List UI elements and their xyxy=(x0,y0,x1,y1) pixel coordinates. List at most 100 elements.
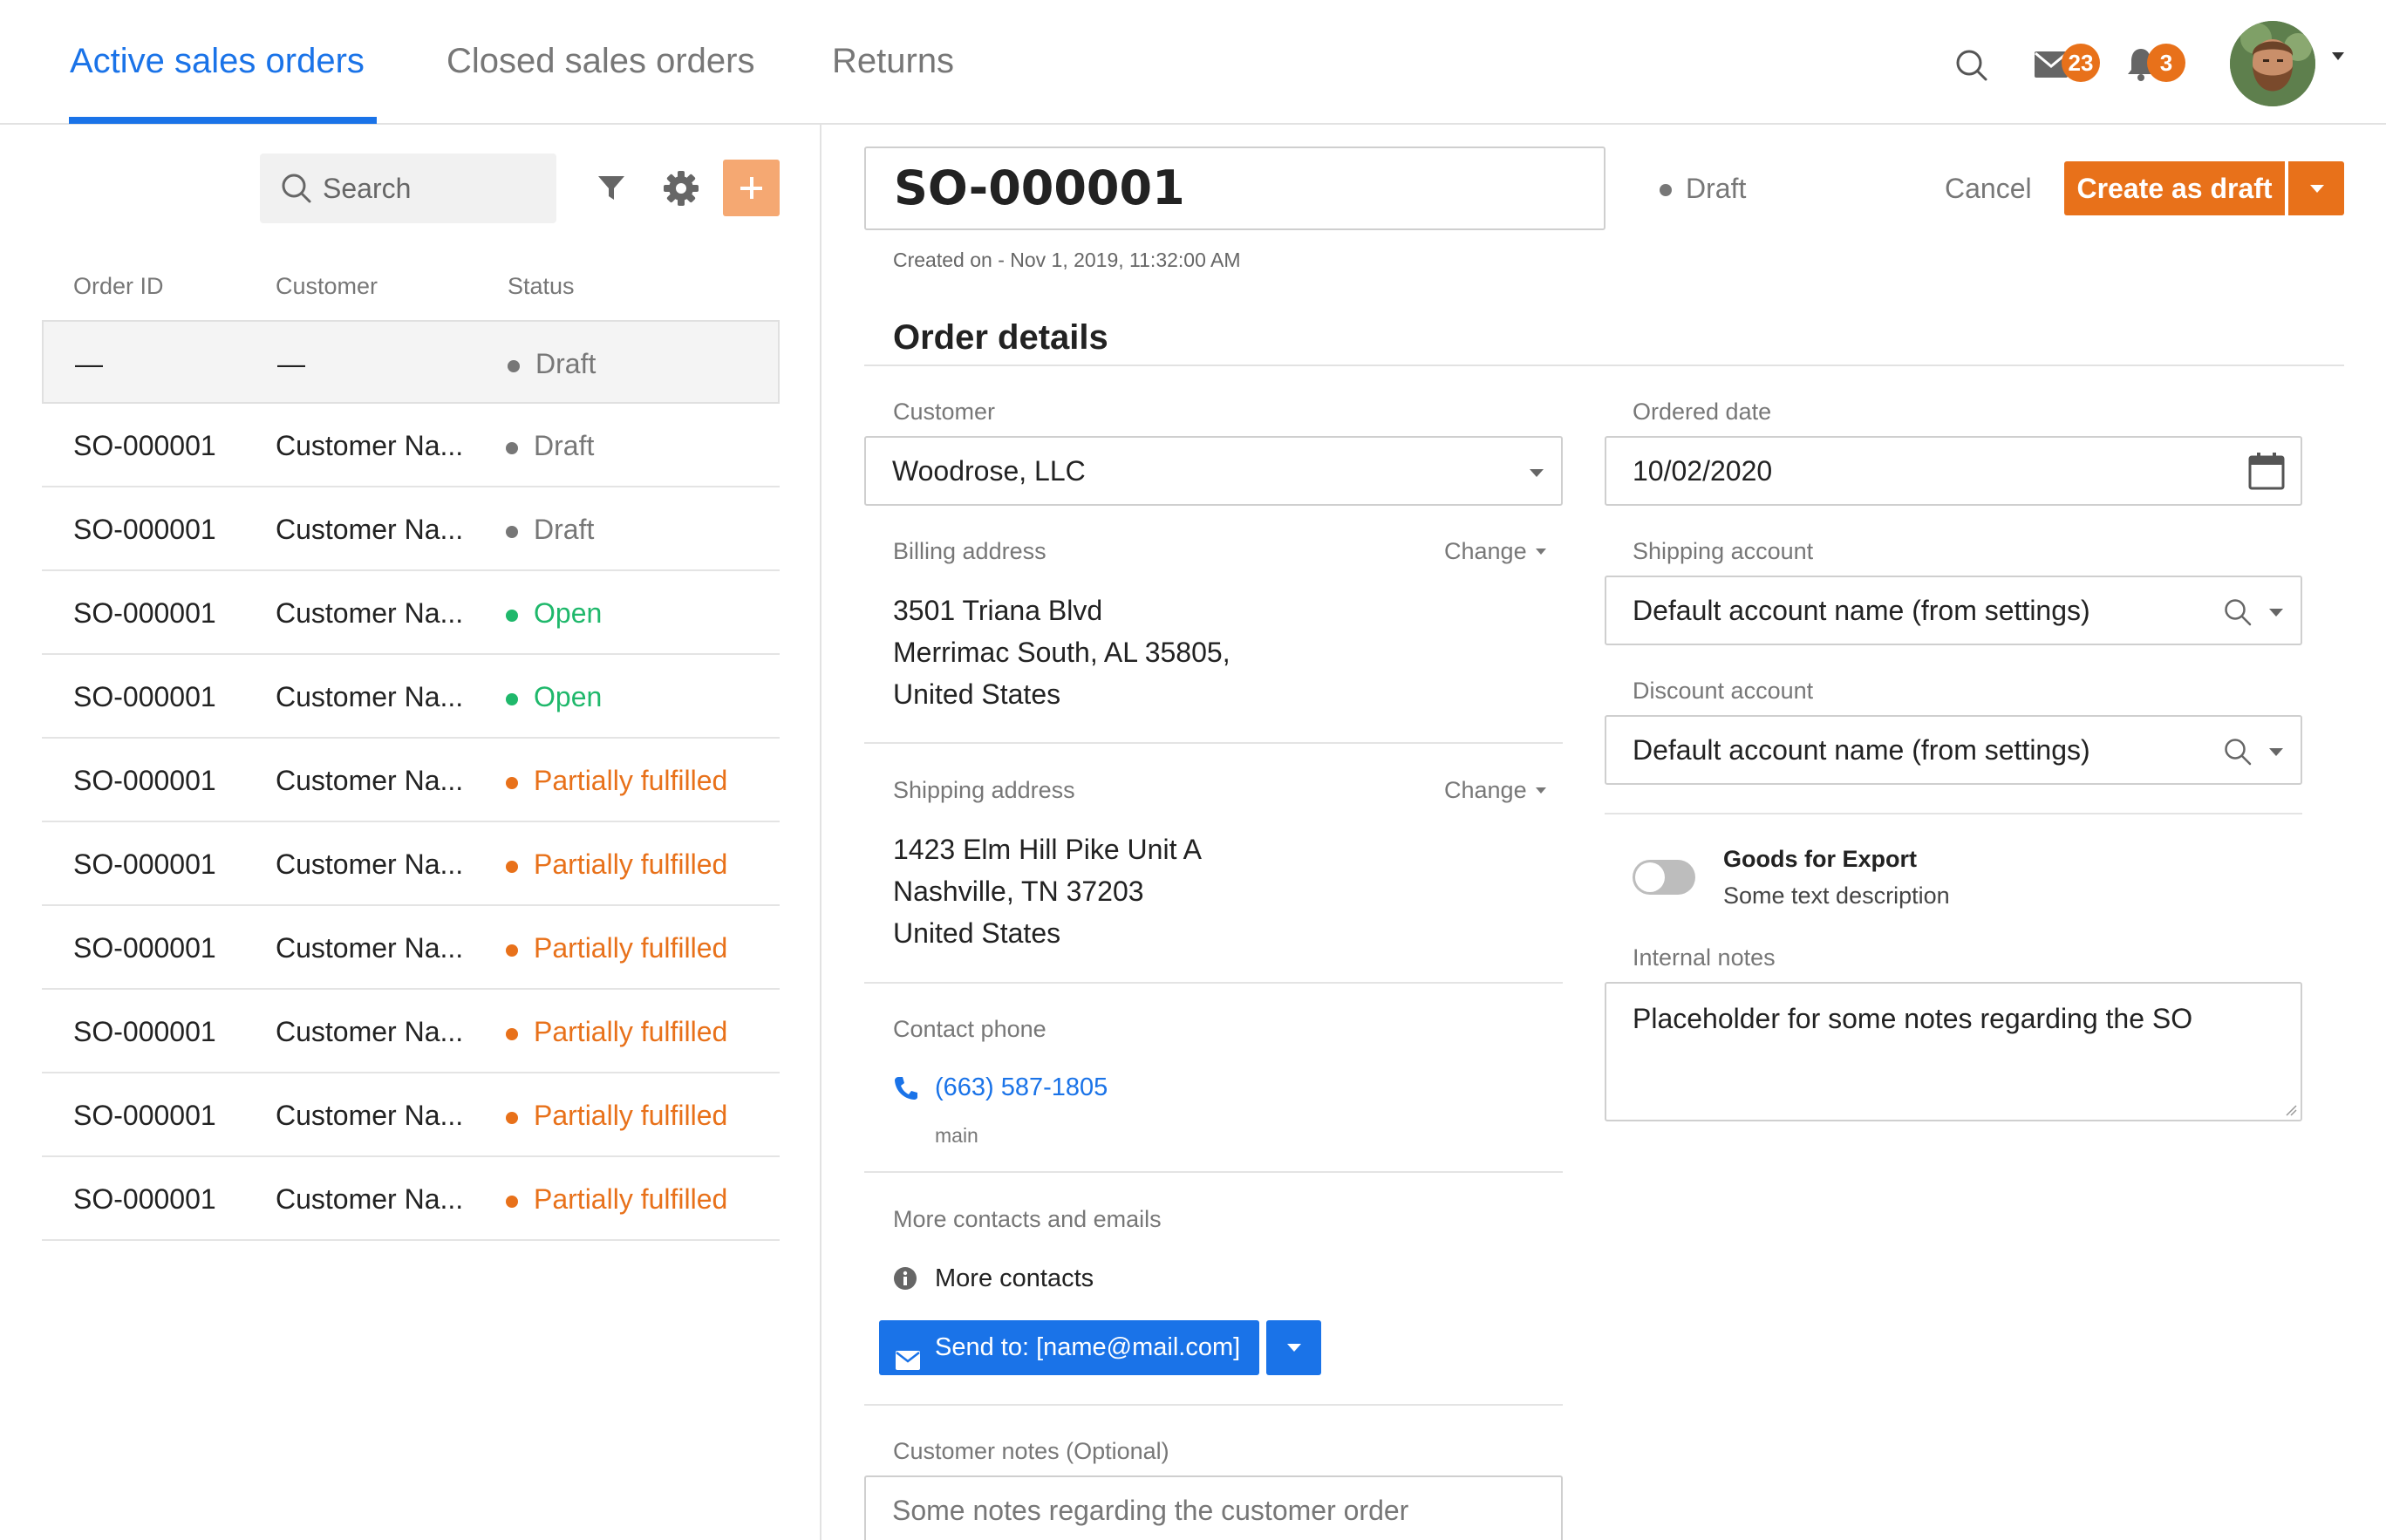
search-icon xyxy=(2224,738,2252,770)
customer-cell: Customer Na... xyxy=(276,430,464,461)
internal-notes-label: Internal notes xyxy=(1633,944,1776,971)
internal-notes-textarea[interactable]: Placeholder for some notes regarding the… xyxy=(1605,982,2302,1121)
customer-label: Customer xyxy=(893,399,996,425)
phone-icon xyxy=(893,1075,919,1106)
customer-cell: — xyxy=(277,348,305,379)
add-order-button[interactable] xyxy=(723,160,780,216)
search-input[interactable]: Search xyxy=(260,153,556,223)
billing-change-link[interactable]: Change xyxy=(1444,538,1546,565)
ordered-date-input[interactable]: 10/02/2020 xyxy=(1605,436,2302,506)
goods-for-export-toggle[interactable] xyxy=(1633,860,1695,895)
table-row[interactable]: SO-000001 Customer Na... Partially fulfi… xyxy=(42,1157,780,1241)
discount-account-select[interactable]: Default account name (from settings) xyxy=(1605,715,2302,785)
ordered-date-label: Ordered date xyxy=(1633,399,1772,425)
create-as-draft-button[interactable]: Create as draft xyxy=(2064,161,2285,215)
column-header-customer[interactable]: Customer xyxy=(276,273,378,300)
customer-select[interactable]: Woodrose, LLC xyxy=(864,436,1563,506)
section-title-order-details: Order details xyxy=(893,318,1108,357)
chevron-down-icon[interactable] xyxy=(2332,52,2344,60)
customer-notes-input[interactable]: Some notes regarding the customer order xyxy=(864,1475,1563,1540)
chevron-down-icon xyxy=(1530,469,1544,477)
tab-returns[interactable]: Returns xyxy=(832,42,954,81)
table-row[interactable]: SO-000001 Customer Na... Draft xyxy=(42,487,780,571)
customer-cell: Customer Na... xyxy=(276,681,464,712)
shipping-change-link[interactable]: Change xyxy=(1444,777,1546,804)
order-id-cell: SO-000001 xyxy=(73,932,216,964)
filter-icon[interactable] xyxy=(597,175,625,206)
table-row[interactable]: SO-000001 Customer Na... Draft xyxy=(42,404,780,487)
table-row[interactable]: SO-000001 Customer Na... Open xyxy=(42,655,780,739)
send-email-button[interactable]: Send to: [name@mail.com] xyxy=(879,1320,1259,1375)
shipping-account-select[interactable]: Default account name (from settings) xyxy=(1605,576,2302,645)
status-badge: Draft xyxy=(506,514,594,546)
cancel-button[interactable]: Cancel xyxy=(1945,173,2032,205)
customer-cell: Customer Na... xyxy=(276,1016,464,1047)
search-icon[interactable] xyxy=(1955,49,1988,86)
chevron-down-icon xyxy=(1535,549,1546,555)
table-row[interactable]: SO-000001 Customer Na... Partially fulfi… xyxy=(42,822,780,906)
contact-phone-link[interactable]: (663) 587-1805 xyxy=(935,1073,1108,1102)
more-contacts-link[interactable]: More contacts xyxy=(935,1264,1094,1293)
order-id-cell: SO-000001 xyxy=(73,1183,216,1215)
billing-address-line: 3501 Triana Blvd xyxy=(893,595,1103,626)
divider xyxy=(864,1404,1563,1406)
tab-closed-sales-orders[interactable]: Closed sales orders xyxy=(447,42,755,81)
shipping-address-line: United States xyxy=(893,917,1061,949)
search-placeholder: Search xyxy=(323,173,412,204)
goods-for-export-title: Goods for Export xyxy=(1723,846,1917,872)
order-id-cell: SO-000001 xyxy=(73,1100,216,1131)
order-number-input[interactable]: SO-000001 xyxy=(864,147,1605,230)
more-contacts-label: More contacts and emails xyxy=(893,1206,1162,1232)
status-dot xyxy=(506,610,518,622)
notification-count-badge: 3 xyxy=(2147,44,2185,82)
order-id-cell: SO-000001 xyxy=(73,1016,216,1047)
shipping-address-line: 1423 Elm Hill Pike Unit A xyxy=(893,834,1202,865)
table-row[interactable]: SO-000001 Customer Na... Partially fulfi… xyxy=(42,739,780,822)
divider xyxy=(864,742,1563,744)
info-icon xyxy=(893,1266,917,1295)
column-header-status[interactable]: Status xyxy=(508,273,575,300)
order-id-cell: SO-000001 xyxy=(73,597,216,629)
tab-active-sales-orders[interactable]: Active sales orders xyxy=(70,42,365,81)
status-dot xyxy=(506,693,518,705)
top-header: Active sales orders Closed sales orders … xyxy=(0,0,2386,125)
created-on-text: Created on - Nov 1, 2019, 11:32:00 AM xyxy=(893,249,1241,271)
gear-icon[interactable] xyxy=(663,170,699,211)
create-options-dropdown-button[interactable] xyxy=(2288,161,2344,215)
customer-cell: Customer Na... xyxy=(276,514,464,545)
status-dot xyxy=(506,1112,518,1124)
shipping-address-line: Nashville, TN 37203 xyxy=(893,876,1144,907)
status-badge: Partially fulfilled xyxy=(506,1100,727,1132)
chevron-down-icon xyxy=(1535,787,1546,794)
table-row-selected[interactable]: — — Draft xyxy=(42,320,780,404)
customer-cell: Customer Na... xyxy=(276,848,464,880)
table-row[interactable]: SO-000001 Customer Na... Open xyxy=(42,571,780,655)
resize-handle-icon[interactable] xyxy=(2285,1104,2297,1116)
status-dot xyxy=(506,861,518,873)
orders-list-panel: Search Order ID Customer Status — — Draf… xyxy=(0,125,821,1540)
calendar-icon[interactable] xyxy=(2248,452,2285,494)
table-row[interactable]: SO-000001 Customer Na... Partially fulfi… xyxy=(42,906,780,990)
order-id-cell: SO-000001 xyxy=(73,681,216,712)
search-icon xyxy=(281,173,312,208)
table-row[interactable]: SO-000001 Customer Na... Partially fulfi… xyxy=(42,990,780,1073)
order-id-cell: — xyxy=(75,348,103,379)
shipping-account-label: Shipping account xyxy=(1633,538,1814,564)
status-badge: Partially fulfilled xyxy=(506,932,727,964)
status-badge: Partially fulfilled xyxy=(506,1016,727,1048)
avatar[interactable] xyxy=(2230,21,2315,106)
divider xyxy=(864,1171,1563,1173)
column-header-order-id[interactable]: Order ID xyxy=(73,273,164,300)
billing-address-line: United States xyxy=(893,678,1061,710)
customer-cell: Customer Na... xyxy=(276,1183,464,1215)
send-options-dropdown-button[interactable] xyxy=(1266,1320,1321,1375)
internal-notes-value: Placeholder for some notes regarding the… xyxy=(1633,1003,2193,1034)
customer-cell: Customer Na... xyxy=(276,597,464,629)
order-status-badge: Draft xyxy=(1660,173,1746,205)
billing-address-line: Merrimac South, AL 35805, xyxy=(893,637,1230,668)
divider xyxy=(1605,813,2302,814)
contact-phone-label: Contact phone xyxy=(893,1016,1046,1042)
table-row[interactable]: SO-000001 Customer Na... Partially fulfi… xyxy=(42,1073,780,1157)
mail-icon xyxy=(895,1336,921,1391)
shipping-account-value: Default account name (from settings) xyxy=(1633,595,2090,626)
